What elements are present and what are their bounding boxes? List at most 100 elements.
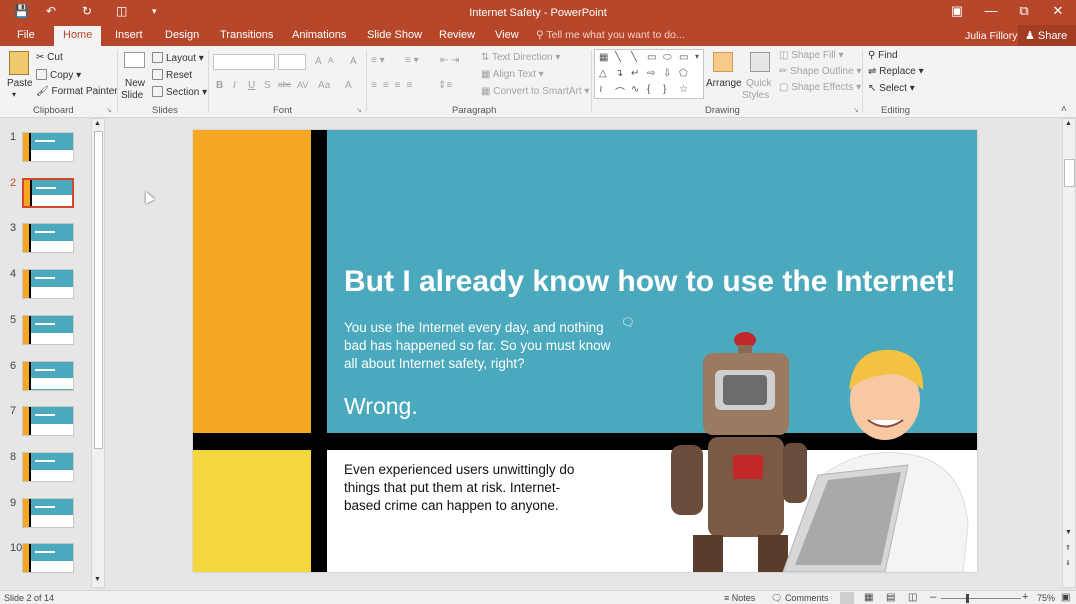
tab-transitions[interactable]: Transitions [220,29,273,41]
tab-file[interactable]: File [17,29,35,41]
triangle-shape-icon[interactable]: △ [599,68,607,79]
slide-thumbnail[interactable] [22,451,74,482]
slide-thumbnail[interactable] [22,269,74,300]
copy-button[interactable]: Copy ▾ [36,69,81,81]
arrange-button[interactable]: Arrange [706,78,742,89]
paste-dropdown-icon[interactable]: ▾ [12,90,16,99]
bottom-text[interactable]: Even experienced users unwittingly do th… [344,461,594,515]
tell-me-box[interactable]: ⚲ Tell me what you want to do... [536,29,685,41]
slide-thumbnail[interactable] [22,360,74,391]
smartart-button[interactable]: ▦ Convert to SmartArt ▾ [481,86,589,97]
ribbon-display-icon[interactable]: ▣ [942,3,972,19]
tab-design[interactable]: Design [165,29,199,41]
font-name-box[interactable] [213,54,275,70]
reset-button[interactable]: Reset [152,69,192,81]
tab-review[interactable]: Review [439,29,475,41]
shapes-gallery[interactable]: ▦ ╲ ╲ ▭ ⬭ ▭ △ ↴ ↵ ⇨ ⇩ ⬠ ≀ ⌒ ∿ { } ☆ ▾ [594,49,704,99]
quick-styles-icon[interactable] [750,52,770,72]
line-spacing-icon[interactable]: ⇕≡ [438,80,452,91]
font-launcher-icon[interactable]: ↘ [356,106,362,114]
elbow2-shape-icon[interactable]: ↵ [631,68,639,79]
minimize-icon[interactable]: — [976,3,1006,18]
grow-font-button[interactable]: A [315,56,322,67]
zoom-slider[interactable] [941,598,1021,599]
robot-and-person-illustration[interactable] [663,325,977,572]
underline-button[interactable]: U [248,80,255,91]
shadow-button[interactable]: S [264,80,271,91]
tab-insert[interactable]: Insert [115,29,143,41]
freeform-shape-icon[interactable]: ∿ [631,84,639,95]
scroll-up-icon[interactable]: ▲ [1065,120,1072,127]
slide-title[interactable]: But I already know how to use the Intern… [344,265,964,299]
prev-slide-icon[interactable]: ⇑ [1065,544,1071,552]
select-button[interactable]: ↖ Select ▾ [868,83,915,94]
slide-thumbnail[interactable] [22,543,74,574]
thumbnail-scrollbar[interactable]: ▲ ▼ [91,118,105,588]
drawing-launcher-icon[interactable]: ↘ [853,106,859,114]
italic-button[interactable]: I [233,80,236,91]
oval-shape-icon[interactable]: ⬭ [663,52,672,63]
elbow-shape-icon[interactable]: ↴ [615,68,623,79]
slide-thumbnail[interactable] [22,223,74,254]
thumbnail-scroll-thumb[interactable] [94,131,103,449]
tab-home[interactable]: Home [54,26,102,46]
tab-animations[interactable]: Animations [292,29,346,41]
zoom-out-icon[interactable]: – [930,591,936,603]
share-button[interactable]: ♟ Share [1018,25,1076,46]
textbox-shape-icon[interactable]: ▦ [599,52,608,63]
arrange-icon[interactable] [713,52,733,72]
slide-thumbnail[interactable] [22,406,74,437]
zoom-level[interactable]: 75% [1037,593,1055,603]
layout-button[interactable]: Layout ▾ [152,52,204,64]
slide-sorter-icon[interactable]: ▦ [864,592,873,603]
comment-icon[interactable]: 🗨 [621,316,635,329]
bold-button[interactable]: B [216,80,223,91]
gallery-more-icon[interactable]: ▾ [695,52,699,61]
font-size-box[interactable] [278,54,306,70]
slide-body-text[interactable]: You use the Internet every day, and noth… [344,319,627,373]
section-button[interactable]: Section ▾ [152,86,207,98]
arc-shape-icon[interactable]: ⌒ [615,84,625,99]
new-slide-button-2[interactable]: Slide [121,90,143,101]
shape-outline-button[interactable]: ✏ Shape Outline ▾ [779,66,861,77]
slide-counter[interactable]: Slide 2 of 14 [4,593,54,603]
text-direction-button[interactable]: ⇅ Text Direction ▾ [481,52,560,63]
line2-shape-icon[interactable]: ╲ [631,52,637,63]
slide-thumbnail[interactable] [22,497,74,528]
fit-slide-icon[interactable]: ▣ [1061,592,1070,603]
char-spacing-button[interactable]: AV [297,80,308,90]
bullets-icon[interactable]: ≡ ▾ [371,55,385,66]
scroll-down-icon[interactable]: ▼ [94,576,101,583]
slide-thumbnail[interactable] [22,177,74,208]
align-text-button[interactable]: ▦ Align Text ▾ [481,69,544,80]
rounded-rect-shape-icon[interactable]: ▭ [679,52,688,63]
replace-button[interactable]: ⇌ Replace ▾ [868,66,924,77]
close-icon[interactable]: ✕ [1043,3,1073,19]
slide-scroll-thumb[interactable] [1064,159,1075,187]
font-color-button[interactable]: A [345,80,352,91]
slide-thumbnail[interactable] [22,132,74,162]
clear-format-button[interactable]: A [350,56,357,67]
pentagon-shape-icon[interactable]: ⬠ [679,68,688,79]
tab-view[interactable]: View [495,29,519,41]
restore-icon[interactable]: ⧉ [1009,3,1039,19]
rectangle-shape-icon[interactable]: ▭ [647,52,656,63]
star-shape-icon[interactable]: ☆ [679,84,688,95]
notes-button[interactable]: ≡ Notes [724,593,755,603]
normal-view-icon[interactable] [840,592,854,604]
comments-button[interactable]: 🗨 Comments [771,593,828,604]
format-painter-button[interactable]: 🖌 Format Painter [36,86,118,97]
slide-thumbnail[interactable] [22,314,74,345]
cut-button[interactable]: ✂ Cut [36,52,63,63]
wrong-text[interactable]: Wrong. [344,393,418,420]
arrow-down-shape-icon[interactable]: ⇩ [663,68,671,79]
reading-view-icon[interactable]: ▤ [886,592,895,603]
brace-right-shape-icon[interactable]: } [663,84,666,95]
zoom-in-icon[interactable]: + [1022,591,1028,603]
shape-effects-button[interactable]: ▢ Shape Effects ▾ [779,82,861,93]
next-slide-icon[interactable]: ⇓ [1065,559,1071,567]
quick-styles-button-2[interactable]: Styles [742,90,769,101]
paste-button[interactable]: Paste [7,78,33,89]
new-slide-icon[interactable] [124,52,145,68]
change-case-button[interactable]: Aa [318,80,330,91]
